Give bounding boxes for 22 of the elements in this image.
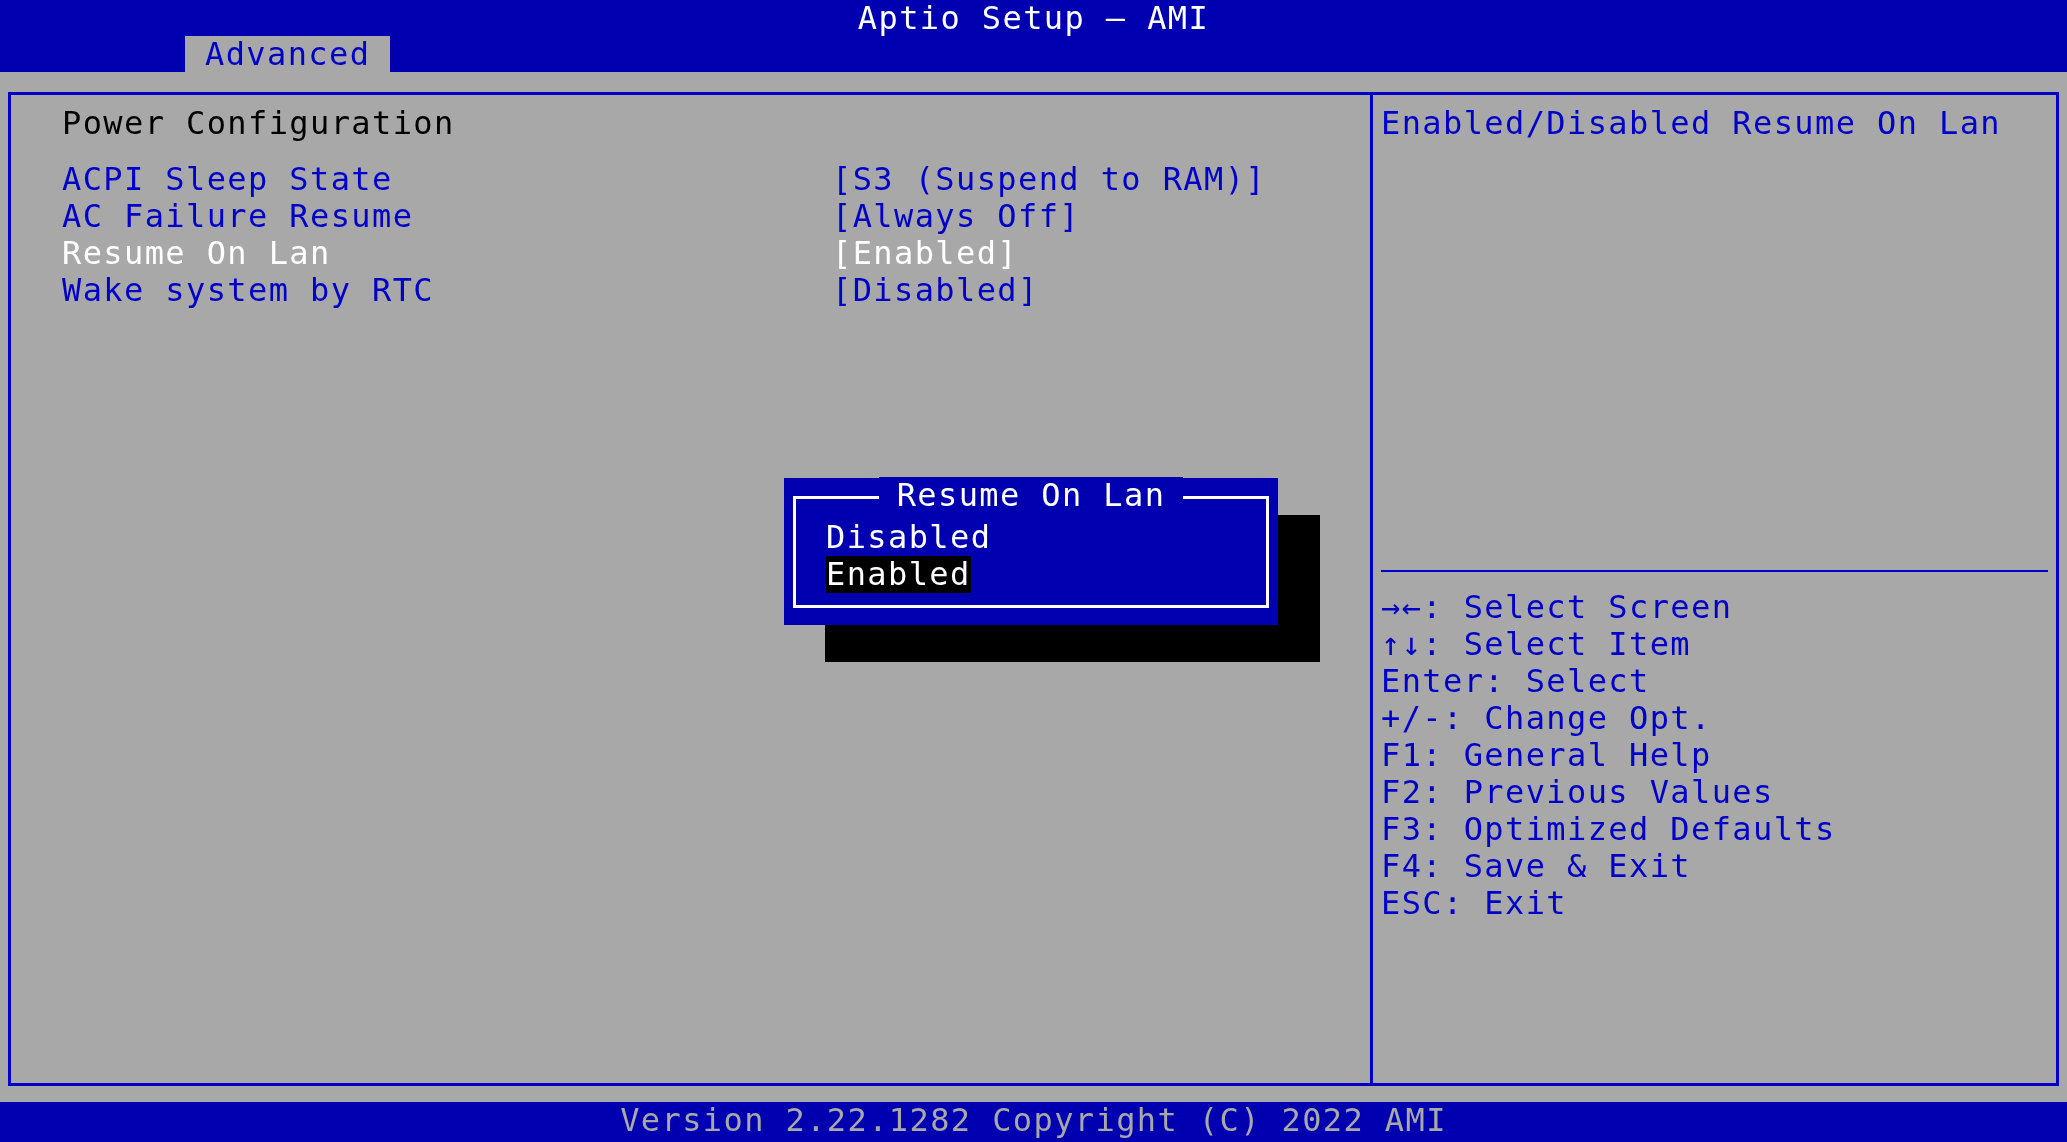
- setting-label[interactable]: ACPI Sleep State: [62, 161, 832, 198]
- key-hint: F4: Save & Exit: [1381, 848, 1691, 885]
- setting-value[interactable]: [Disabled]: [832, 272, 1039, 309]
- key-hint: →←: Select Screen: [1381, 589, 1733, 626]
- key-hint: ESC: Exit: [1381, 885, 1567, 922]
- key-hint: F1: General Help: [1381, 737, 1712, 774]
- version-text: Version 2.22.1282 Copyright (C) 2022 AMI: [620, 1102, 1447, 1141]
- window-title: Aptio Setup – AMI: [857, 0, 1210, 37]
- setting-label[interactable]: Wake system by RTC: [62, 272, 832, 309]
- key-hint: +/-: Change Opt.: [1381, 700, 1712, 737]
- tab[interactable]: Advanced: [185, 36, 391, 72]
- key-hint: ↑↓: Select Item: [1381, 626, 1691, 663]
- popup-option[interactable]: Enabled: [826, 556, 971, 593]
- key-hint: Enter: Select: [1381, 663, 1650, 700]
- key-hint: F2: Previous Values: [1381, 774, 1774, 811]
- popup-option[interactable]: Disabled: [826, 519, 992, 556]
- section-title: Power Configuration: [62, 105, 455, 142]
- setting-value[interactable]: [Always Off]: [832, 198, 1080, 235]
- setting-value[interactable]: [S3 (Suspend to RAM)]: [832, 161, 1266, 198]
- help-text: Enabled/Disabled Resume On Lan: [1381, 104, 2001, 142]
- key-hint: F3: Optimized Defaults: [1381, 811, 1836, 848]
- setting-label[interactable]: AC Failure Resume: [62, 198, 832, 235]
